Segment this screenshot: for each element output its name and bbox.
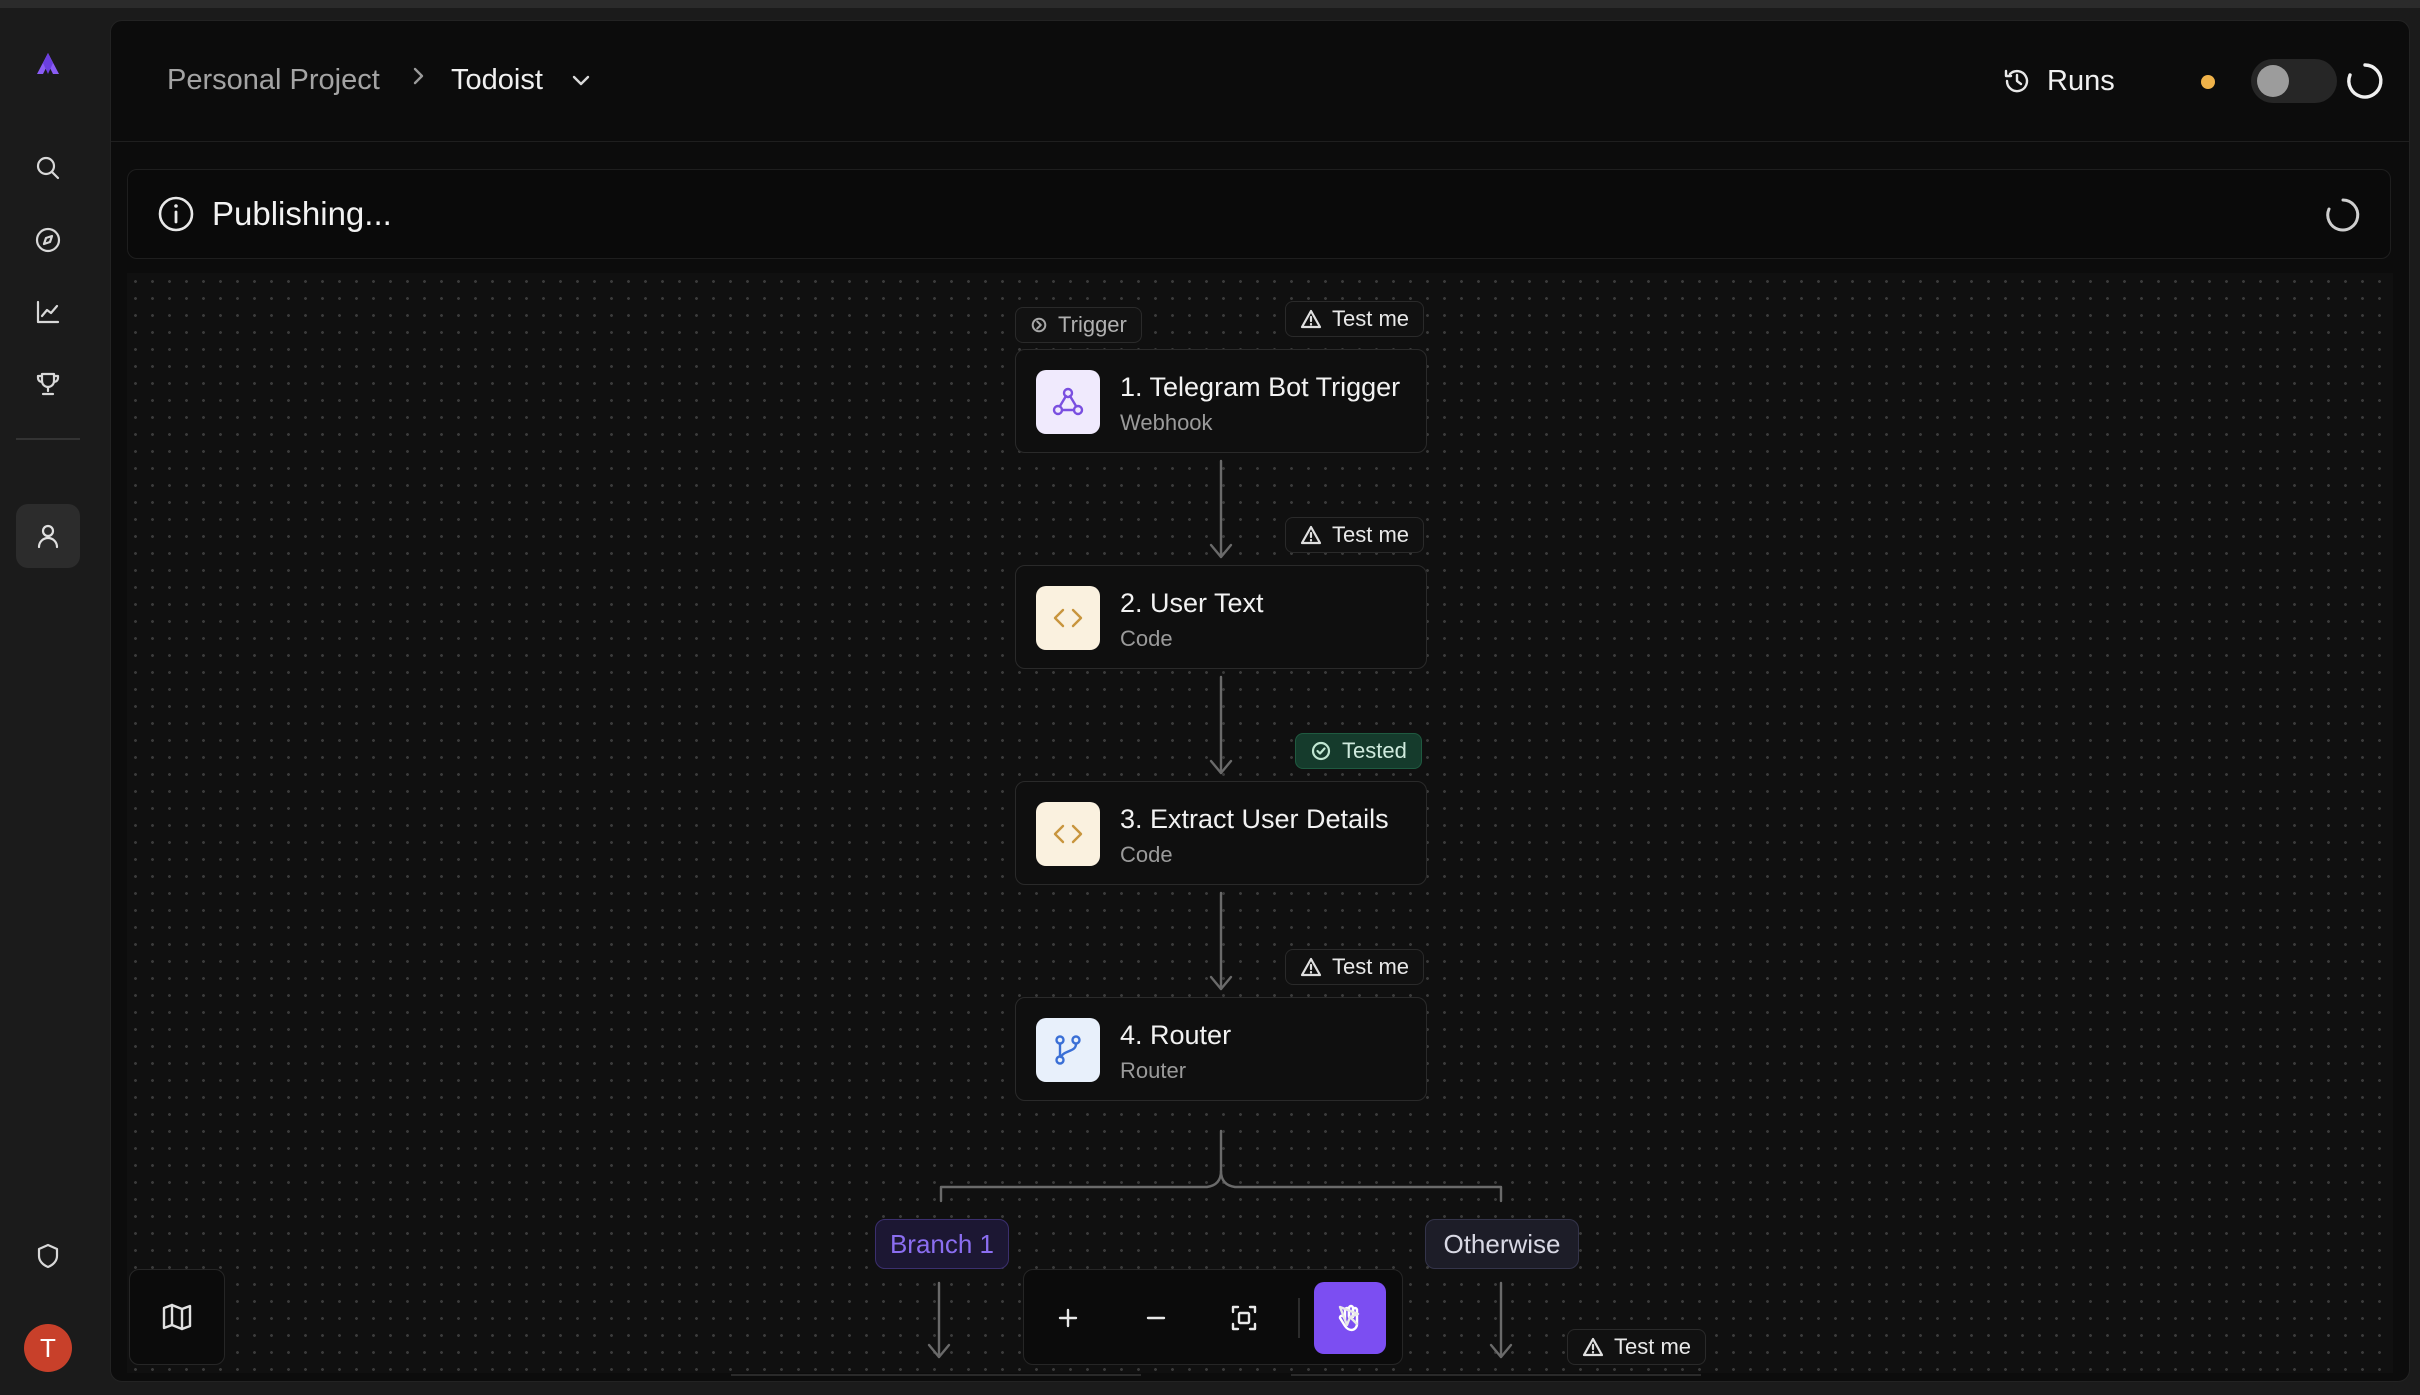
trigger-icon <box>1031 317 1047 333</box>
zoom-out-icon <box>1146 1316 1166 1320</box>
chart-icon[interactable] <box>24 288 72 336</box>
search-icon[interactable] <box>24 144 72 192</box>
toolbar-divider <box>1298 1298 1300 1338</box>
loading-spinner-icon <box>2326 198 2360 232</box>
runs-label: Runs <box>2047 64 2115 97</box>
history-icon <box>2004 69 2029 93</box>
trigger-tag: Trigger <box>1015 307 1142 343</box>
tested-badge[interactable]: Tested <box>1295 733 1422 769</box>
toggle-knob <box>2257 65 2289 97</box>
runs-button[interactable]: Runs <box>2001 59 2115 103</box>
warning-icon <box>1300 957 1322 977</box>
step-node-extract-user-details[interactable]: 3. Extract User Details Code <box>1015 781 1427 885</box>
trophy-icon[interactable] <box>24 360 72 408</box>
left-rail: T <box>0 8 108 1395</box>
info-icon <box>158 196 194 232</box>
step-title: 1. Telegram Bot Trigger <box>1120 372 1401 402</box>
map-icon <box>162 1303 192 1331</box>
rail-divider <box>16 438 80 440</box>
warning-icon <box>1582 1337 1604 1357</box>
user-nav-item[interactable] <box>16 504 80 568</box>
activepieces-logo-icon[interactable] <box>24 40 72 88</box>
test-me-label: Test me <box>1332 522 1410 547</box>
step-subtitle: Webhook <box>1120 410 1213 435</box>
status-dot <box>2201 75 2215 89</box>
branch-icon <box>1036 1018 1100 1082</box>
branch-label-text: Otherwise <box>1443 1228 1561 1259</box>
pointer-tool-button[interactable] <box>1313 1281 1385 1353</box>
test-me-label: Test me <box>1332 954 1410 979</box>
test-me-label: Test me <box>1614 1334 1692 1359</box>
flow-enable-toggle[interactable] <box>2251 59 2337 103</box>
tested-label: Tested <box>1342 738 1407 763</box>
chevron-down-icon[interactable] <box>566 65 596 95</box>
warning-icon <box>1300 309 1322 329</box>
code-icon <box>1036 802 1100 866</box>
step-node-user-text[interactable]: 2. User Text Code <box>1015 565 1427 669</box>
test-me-label: Test me <box>1332 306 1410 331</box>
fit-view-icon <box>1231 1305 1257 1331</box>
loading-spinner-icon <box>2347 63 2383 99</box>
branch-label-branch-1[interactable]: Branch 1 <box>875 1219 1009 1269</box>
zoom-out-button[interactable] <box>1120 1282 1192 1354</box>
branch-label-otherwise[interactable]: Otherwise <box>1425 1219 1579 1269</box>
check-circle-icon <box>1311 741 1331 761</box>
step-subtitle: Code <box>1120 842 1173 867</box>
step-subtitle: Router <box>1120 1058 1187 1083</box>
avatar[interactable]: T <box>24 1324 72 1372</box>
step-title: 2. User Text <box>1120 588 1264 618</box>
zoom-in-button[interactable] <box>1032 1282 1104 1354</box>
pointer-icon <box>1338 1305 1360 1327</box>
branch-label-text: Branch 1 <box>889 1228 995 1259</box>
avatar-initial: T <box>40 1332 56 1363</box>
publishing-banner: Publishing... <box>127 169 2391 259</box>
publishing-text: Publishing... <box>212 195 392 232</box>
shield-icon[interactable] <box>24 1232 72 1280</box>
test-me-badge[interactable]: Test me <box>1567 1329 1707 1365</box>
fit-view-button[interactable] <box>1208 1282 1280 1354</box>
test-me-badge[interactable]: Test me <box>1285 301 1425 337</box>
test-me-badge[interactable]: Test me <box>1285 949 1425 985</box>
compass-icon[interactable] <box>24 216 72 264</box>
test-me-badge[interactable]: Test me <box>1285 517 1425 553</box>
warning-icon <box>1300 525 1322 545</box>
step-title: 4. Router <box>1120 1020 1232 1050</box>
step-node-telegram-trigger[interactable]: 1. Telegram Bot Trigger Webhook <box>1015 349 1427 453</box>
chevron-right-icon <box>413 67 424 85</box>
zoom-in-icon <box>1058 1308 1078 1328</box>
user-icon <box>37 524 59 549</box>
step-title: 3. Extract User Details <box>1120 804 1389 834</box>
step-subtitle: Code <box>1120 626 1173 651</box>
trigger-tag-label: Trigger <box>1058 312 1127 337</box>
code-icon <box>1036 586 1100 650</box>
breadcrumb-flow[interactable]: Todoist <box>451 64 543 97</box>
webhook-icon <box>1036 370 1100 434</box>
minimap-button[interactable] <box>129 1269 225 1365</box>
step-node-router[interactable]: 4. Router Router <box>1015 997 1427 1101</box>
main-panel: Personal Project Todoist Runs Publishing… <box>110 20 2410 1382</box>
window-top-edge <box>0 0 2420 8</box>
breadcrumb-project[interactable]: Personal Project <box>167 64 380 97</box>
builder-header: Personal Project Todoist Runs <box>111 21 2409 142</box>
